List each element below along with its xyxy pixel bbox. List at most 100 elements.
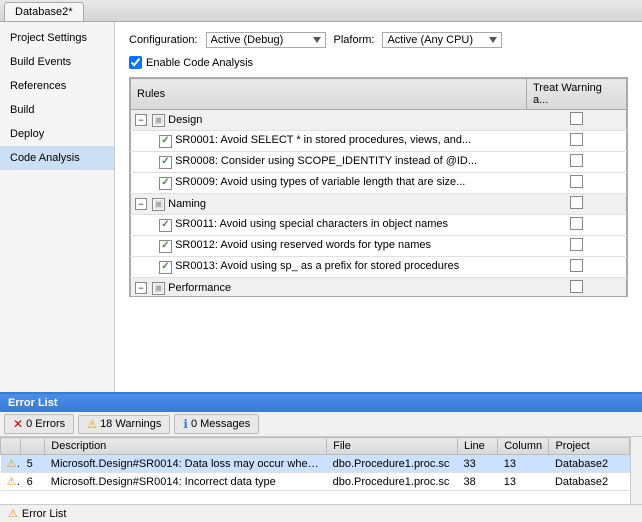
row6-num: 6 <box>21 473 45 491</box>
sidebar-item-project-settings[interactable]: Project Settings <box>0 26 114 50</box>
design-warn-checkbox[interactable] <box>570 112 583 125</box>
sidebar: Project Settings Build Events References… <box>0 22 115 392</box>
sr0011-checkbox[interactable] <box>159 219 172 232</box>
row5-line: 33 <box>457 455 497 473</box>
error-table-wrapper: Description File Line Column Project ⚠ 5… <box>0 437 642 504</box>
error-icon: ✕ <box>13 417 23 431</box>
status-bar-label: Error List <box>22 508 67 520</box>
messages-tab-label: 0 Messages <box>191 418 250 430</box>
enable-code-analysis-label: Enable Code Analysis <box>146 57 253 69</box>
title-tab[interactable]: Database2* <box>4 2 84 21</box>
error-table-scrollbar[interactable] <box>630 437 642 504</box>
sr0009-warn-checkbox[interactable] <box>570 175 583 188</box>
sr0011-warn-checkbox[interactable] <box>570 217 583 230</box>
col-header-file[interactable]: File <box>327 438 458 455</box>
collapse-performance-btn[interactable]: − <box>135 282 147 294</box>
rule-row-sr0013: SR0013: Avoid using sp_ as a prefix for … <box>131 257 627 278</box>
sidebar-item-deploy[interactable]: Deploy <box>0 122 114 146</box>
row6-project: Database2 <box>549 473 630 491</box>
error-list-tabs: ✕ 0 Errors ⚠ 18 Warnings ℹ 0 Messages <box>0 412 642 437</box>
warnings-tab[interactable]: ⚠ 18 Warnings <box>78 415 170 434</box>
row6-description: Microsoft.Design#SR0014: Incorrect data … <box>45 473 327 491</box>
config-row: Configuration: Active (Debug) Plaform: A… <box>129 32 628 48</box>
platform-select[interactable]: Active (Any CPU) <box>382 32 502 48</box>
performance-category-label: Performance <box>168 282 231 294</box>
error-row-6[interactable]: ⚠ 6 Microsoft.Design#SR0014: Incorrect d… <box>1 473 630 491</box>
messages-tab[interactable]: ℹ 0 Messages <box>174 414 259 434</box>
errors-tab[interactable]: ✕ 0 Errors <box>4 414 74 434</box>
sr0001-warn-checkbox[interactable] <box>570 133 583 146</box>
main-container: Project Settings Build Events References… <box>0 22 642 392</box>
row6-warning-icon: ⚠ <box>7 476 21 488</box>
platform-label: Plaform: <box>334 34 375 46</box>
rules-table: Rules Treat Warning a... − Design <box>130 78 627 297</box>
status-bar: ⚠ Error List <box>0 504 642 522</box>
col-header-num <box>21 438 45 455</box>
sr0009-checkbox[interactable] <box>159 177 172 190</box>
sr0001-label: SR0001: Avoid SELECT * in stored procedu… <box>175 134 471 146</box>
performance-warn-checkbox[interactable] <box>570 280 583 293</box>
row5-num: 5 <box>21 455 45 473</box>
error-list-header: Error List <box>0 394 642 412</box>
error-row-5[interactable]: ⚠ 5 Microsoft.Design#SR0014: Data loss m… <box>1 455 630 473</box>
error-table: Description File Line Column Project ⚠ 5… <box>0 437 630 491</box>
sr0008-warn-checkbox[interactable] <box>570 154 583 167</box>
performance-category-checkbox[interactable] <box>152 282 165 295</box>
sr0012-checkbox[interactable] <box>159 240 172 253</box>
rule-row-sr0001: SR0001: Avoid SELECT * in stored procedu… <box>131 131 627 152</box>
sidebar-item-build-events[interactable]: Build Events <box>0 50 114 74</box>
config-label: Configuration: <box>129 34 198 46</box>
naming-category-label: Naming <box>168 198 206 210</box>
treat-warning-col-header: Treat Warning a... <box>527 79 627 110</box>
enable-code-analysis-checkbox[interactable] <box>129 56 142 69</box>
sidebar-item-build[interactable]: Build <box>0 98 114 122</box>
sidebar-item-references[interactable]: References <box>0 74 114 98</box>
row5-column: 13 <box>498 455 549 473</box>
category-row-naming: − Naming <box>131 194 627 215</box>
naming-warn-checkbox[interactable] <box>570 196 583 209</box>
col-header-project[interactable]: Project <box>549 438 630 455</box>
sr0013-checkbox[interactable] <box>159 261 172 274</box>
col-header-column[interactable]: Column <box>498 438 549 455</box>
collapse-design-btn[interactable]: − <box>135 114 147 126</box>
sr0013-label: SR0013: Avoid using sp_ as a prefix for … <box>175 260 459 272</box>
collapse-naming-btn[interactable]: − <box>135 198 147 210</box>
sr0009-label: SR0009: Avoid using types of variable le… <box>175 176 465 188</box>
sr0012-warn-checkbox[interactable] <box>570 238 583 251</box>
rule-row-sr0009: SR0009: Avoid using types of variable le… <box>131 173 627 194</box>
sidebar-item-code-analysis[interactable]: Code Analysis <box>0 146 114 170</box>
naming-category-checkbox[interactable] <box>152 198 165 211</box>
rules-col-header: Rules <box>131 79 527 110</box>
design-category-label: Design <box>168 114 202 126</box>
error-list-panel: Error List ✕ 0 Errors ⚠ 18 Warnings ℹ 0 … <box>0 392 642 522</box>
title-bar: Database2* <box>0 0 642 22</box>
sr0012-label: SR0012: Avoid using reserved words for t… <box>175 239 431 251</box>
config-select[interactable]: Active (Debug) <box>206 32 326 48</box>
rules-wrapper: Rules Treat Warning a... − Design <box>129 77 628 297</box>
enable-row: Enable Code Analysis <box>129 56 628 69</box>
row5-project: Database2 <box>549 455 630 473</box>
rule-row-sr0012: SR0012: Avoid using reserved words for t… <box>131 236 627 257</box>
row5-warning-icon: ⚠ <box>7 458 21 470</box>
col-header-icon <box>1 438 21 455</box>
sr0008-checkbox[interactable] <box>159 156 172 169</box>
rule-row-sr0008: SR0008: Consider using SCOPE_IDENTITY in… <box>131 152 627 173</box>
sr0001-checkbox[interactable] <box>159 135 172 148</box>
col-header-line[interactable]: Line <box>457 438 497 455</box>
row5-description: Microsoft.Design#SR0014: Data loss may o… <box>45 455 327 473</box>
col-header-description[interactable]: Description <box>45 438 327 455</box>
warnings-tab-label: 18 Warnings <box>100 418 161 430</box>
row6-column: 13 <box>498 473 549 491</box>
row6-file: dbo.Procedure1.proc.sc <box>327 473 458 491</box>
design-category-checkbox[interactable] <box>152 114 165 127</box>
sr0008-label: SR0008: Consider using SCOPE_IDENTITY in… <box>175 155 477 167</box>
category-row-design: − Design <box>131 110 627 131</box>
row6-line: 38 <box>457 473 497 491</box>
warning-icon: ⚠ <box>87 418 97 431</box>
sr0011-label: SR0011: Avoid using special characters i… <box>175 218 448 230</box>
sr0013-warn-checkbox[interactable] <box>570 259 583 272</box>
content-area: Configuration: Active (Debug) Plaform: A… <box>115 22 642 392</box>
error-table-scroll: Description File Line Column Project ⚠ 5… <box>0 437 630 504</box>
errors-tab-label: 0 Errors <box>26 418 65 430</box>
status-warning-icon: ⚠ <box>8 507 18 520</box>
